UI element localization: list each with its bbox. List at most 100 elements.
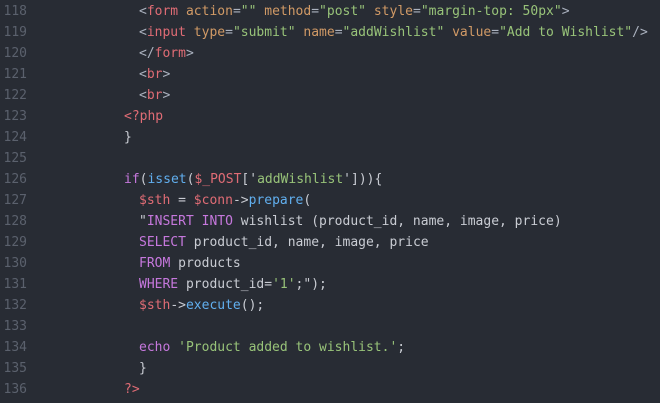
code-token: product_id, name, image, price — [185, 235, 429, 250]
code-text[interactable]: FROM products — [139, 253, 241, 274]
code-token: addWishlist — [257, 172, 344, 187]
line-number: 121 — [3, 67, 27, 82]
code-token: "submit" — [232, 25, 296, 40]
code-token: < — [139, 25, 147, 40]
code-line[interactable]: 128 "INSERT INTO wishlist (product_id, na… — [0, 211, 660, 232]
code-token: if — [124, 172, 140, 187]
line-number: 134 — [3, 340, 27, 355]
code-token: execute — [185, 298, 241, 313]
code-token: = — [232, 4, 241, 19]
code-token: '1' — [272, 277, 296, 292]
code-token: products — [170, 256, 241, 271]
code-token: WHERE — [139, 277, 179, 292]
code-token: = — [491, 25, 500, 40]
code-text[interactable]: <input type="submit" name="addWishlist" … — [139, 22, 648, 43]
code-line[interactable]: 118 <form action="" method="post" style="… — [0, 1, 660, 22]
code-token: > — [561, 4, 570, 19]
code-line[interactable]: 135} — [0, 358, 660, 379]
code-line[interactable]: 122 <br> — [0, 85, 660, 106]
line-number: 118 — [3, 4, 27, 19]
code-token: $_POST — [194, 172, 242, 187]
code-line[interactable]: 131 WHERE product_id='1';"); — [0, 274, 660, 295]
code-line[interactable]: 136 ?> — [0, 379, 660, 400]
code-text[interactable]: if(isset($_POST['addWishlist'])){ — [124, 169, 382, 190]
code-token: SELECT — [139, 235, 186, 250]
line-number: 128 — [3, 214, 27, 229]
code-token: style — [373, 4, 413, 19]
code-text[interactable]: echo 'Product added to wishlist.'; — [139, 337, 405, 358]
code-text[interactable]: "INSERT INTO wishlist (product_id, name,… — [139, 211, 562, 232]
code-text[interactable]: <?php — [124, 106, 163, 127]
line-number: 130 — [3, 256, 27, 271]
code-token: = — [311, 4, 320, 19]
code-token: echo — [139, 340, 171, 355]
code-token: "" — [240, 4, 257, 19]
code-token: [' — [241, 172, 258, 187]
code-token: ; — [397, 340, 406, 355]
code-text[interactable]: } — [124, 127, 132, 148]
code-text[interactable]: WHERE product_id='1';"); — [139, 274, 327, 295]
code-token: product_id= — [178, 277, 273, 292]
code-token: " — [139, 214, 147, 229]
line-number: 124 — [3, 130, 27, 145]
code-line[interactable]: 129 SELECT product_id, name, image, price — [0, 232, 660, 253]
code-text[interactable]: } — [139, 358, 147, 379]
code-token: FROM — [139, 256, 171, 271]
code-line[interactable]: 120 </form> — [0, 43, 660, 64]
code-line[interactable]: 123 <?php — [0, 106, 660, 127]
line-number: 136 — [3, 382, 27, 397]
line-number: 131 — [3, 277, 27, 292]
line-number: 123 — [3, 109, 27, 124]
code-line[interactable]: 134 echo 'Product added to wishlist.'; — [0, 337, 660, 358]
line-number: 125 — [3, 151, 27, 166]
code-text[interactable]: <br> — [139, 85, 170, 106]
code-line[interactable]: 125 — [0, 148, 660, 169]
line-number: 129 — [3, 235, 27, 250]
line-number: 127 — [3, 193, 27, 208]
code-text[interactable]: <form action="" method="post" style="mar… — [139, 1, 570, 22]
code-line[interactable]: 132 $sth->execute(); — [0, 295, 660, 316]
code-line[interactable]: 133 — [0, 316, 660, 337]
code-token: br — [146, 67, 163, 82]
line-number: 126 — [3, 172, 27, 187]
code-line[interactable]: 130 FROM products — [0, 253, 660, 274]
code-line[interactable]: 124} — [0, 127, 660, 148]
code-token: < — [139, 88, 147, 103]
code-token: INSERT INTO — [146, 214, 233, 229]
code-line[interactable]: 119 <input type="submit" name="addWishlis… — [0, 22, 660, 43]
code-token: = — [225, 25, 233, 40]
code-token: prepare — [248, 193, 304, 208]
code-line[interactable]: 127 $sth = $conn->prepare( — [0, 190, 660, 211]
code-token: "post" — [319, 4, 367, 19]
code-token: -> — [232, 193, 249, 208]
code-token: $sth — [139, 298, 171, 313]
code-token: name — [303, 25, 335, 40]
code-token: ?> — [124, 382, 140, 397]
line-number: 132 — [3, 298, 27, 313]
code-text[interactable]: $sth = $conn->prepare( — [139, 190, 311, 211]
code-token: ;"); — [295, 277, 327, 292]
code-line[interactable]: 121 <br> — [0, 64, 660, 85]
code-token: > — [162, 67, 171, 82]
code-token: 'Product added to wishlist.' — [178, 340, 398, 355]
code-text[interactable]: ?> — [124, 379, 140, 400]
code-token: > — [162, 88, 171, 103]
code-text[interactable]: <br> — [139, 64, 170, 85]
code-token: (); — [240, 298, 265, 313]
code-line[interactable]: 126 if(isset($_POST['addWishlist'])){ — [0, 169, 660, 190]
code-token: <?php — [124, 109, 164, 124]
code-text[interactable]: $sth->execute(); — [139, 295, 264, 316]
code-token: '])){ — [343, 172, 383, 187]
code-token: type — [193, 25, 226, 40]
line-number: 135 — [3, 361, 27, 376]
line-number: 122 — [3, 88, 27, 103]
line-number: 120 — [3, 46, 27, 61]
code-text[interactable]: </form> — [139, 43, 194, 64]
code-text[interactable]: SELECT product_id, name, image, price — [139, 232, 429, 253]
code-token: form — [146, 4, 179, 19]
code-editor[interactable]: 118 <form action="" method="post" style="… — [0, 0, 660, 403]
code-token: } — [139, 361, 147, 376]
